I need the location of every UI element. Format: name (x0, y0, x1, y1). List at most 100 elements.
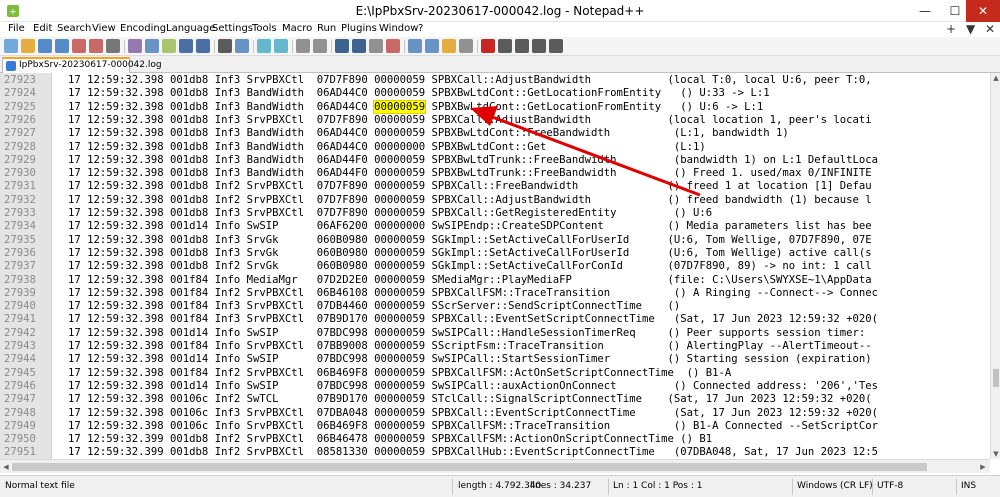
status-length: length : 4.792.340 (458, 481, 542, 491)
folder-workspace-icon[interactable] (442, 39, 456, 53)
scroll-up-icon[interactable]: ▲ (991, 73, 1000, 83)
scroll-down-icon[interactable]: ▼ (991, 449, 1000, 459)
horizontal-scroll-thumb[interactable] (12, 463, 927, 471)
run-macro-multiple-icon[interactable] (532, 39, 546, 53)
status-eol[interactable]: Windows (CR LF) (797, 481, 873, 491)
scroll-right-icon[interactable]: ▶ (978, 461, 988, 473)
log-line: 27927 17 12:59:32.398 001db8 Inf3 BandWid… (0, 127, 990, 140)
log-line: 27932 17 12:59:32.398 001db8 Inf2 SrvPBXC… (0, 194, 990, 207)
file-tab[interactable]: IpPbxSrv-20230617-000042.log (2, 57, 162, 73)
menu-tools[interactable]: Tools (252, 23, 277, 34)
line-text: 17 12:59:32.398 001f84 Inf3 SrvPBXCtl 07… (68, 313, 879, 326)
line-text: 17 12:59:32.398 001db8 Inf3 SrvGk 060B09… (68, 246, 872, 259)
line-number: 27937 (4, 260, 36, 273)
log-line: 27940 17 12:59:32.398 001f84 Inf3 SrvPBXC… (0, 300, 990, 313)
vertical-scroll-thumb[interactable] (993, 369, 999, 387)
undo-icon[interactable] (179, 39, 193, 53)
line-text: 17 12:59:32.398 001d14 Info SwSIP 06AF62… (68, 220, 872, 233)
menu-window[interactable]: Window (379, 23, 418, 34)
log-line: 27950 17 12:59:32.399 001db8 Inf2 SrvPBXC… (0, 433, 990, 446)
menu-edit[interactable]: Edit (33, 23, 52, 34)
save-icon[interactable] (38, 39, 52, 53)
log-line: 27929 17 12:59:32.398 001db8 Inf3 BandWid… (0, 154, 990, 167)
close-icon[interactable] (72, 39, 86, 53)
horizontal-scrollbar[interactable]: ◀ ▶ (0, 459, 990, 473)
line-number: 27934 (4, 220, 36, 233)
status-divider (608, 479, 609, 495)
line-text: 17 12:59:32.398 001db8 Inf2 SrvGk 060B09… (68, 260, 872, 273)
line-number: 27942 (4, 326, 36, 339)
menu-run[interactable]: Run (317, 23, 336, 34)
menu-macro[interactable]: Macro (282, 23, 312, 34)
menu-settings[interactable]: Settings (212, 23, 253, 34)
indent-guide-icon[interactable] (369, 39, 383, 53)
line-text: 17 12:59:32.398 00106c Inf2 SwTCL 07B9D1… (68, 393, 872, 406)
close-all-icon[interactable] (89, 39, 103, 53)
zoom-out-icon[interactable] (274, 39, 288, 53)
line-number: 27936 (4, 246, 36, 259)
replace-icon[interactable] (235, 39, 249, 53)
function-list-icon[interactable] (425, 39, 439, 53)
udl-icon[interactable] (386, 39, 400, 53)
log-line: 27935 17 12:59:32.398 001db8 Inf3 SrvGk 0… (0, 234, 990, 247)
new-tab-plus-icon[interactable]: + (946, 22, 956, 36)
copy-icon[interactable] (145, 39, 159, 53)
close-button[interactable]: ✕ (966, 0, 1000, 22)
menu-view[interactable]: View (92, 23, 116, 34)
scroll-left-icon[interactable]: ◀ (1, 461, 11, 473)
zoom-in-icon[interactable] (257, 39, 271, 53)
line-text: 17 12:59:32.398 001db8 Inf2 SrvPBXCtl 07… (68, 193, 872, 206)
menu-encoding[interactable]: Encoding (120, 23, 166, 34)
sync-h-icon[interactable] (313, 39, 327, 53)
log-line: 27939 17 12:59:32.398 001f84 Inf2 SrvPBXC… (0, 287, 990, 300)
menu-file[interactable]: File (8, 23, 25, 34)
line-text: 17 12:59:32.398 001d14 Info SwSIP 07BDC9… (68, 353, 872, 366)
menu-help[interactable]: ? (418, 23, 423, 34)
line-text: 17 12:59:32.398 001db8 Inf3 BandWidth 06… (68, 99, 763, 114)
menu-language[interactable]: Language (166, 23, 215, 34)
new-file-icon[interactable] (4, 39, 18, 53)
monitor-icon[interactable] (459, 39, 473, 53)
show-all-chars-icon[interactable] (352, 39, 366, 53)
log-line: 27930 17 12:59:32.398 001db8 Inf3 BandWid… (0, 167, 990, 180)
cut-icon[interactable] (128, 39, 142, 53)
sync-v-icon[interactable] (296, 39, 310, 53)
toolbar-separator (253, 40, 254, 53)
text-editor[interactable]: 27923 17 12:59:32.398 001db8 Inf3 SrvPBXC… (0, 73, 990, 459)
menu-bar: File Edit Search View Encoding Language … (0, 22, 1000, 37)
title-bar: + E:\IpPbxSrv-20230617-000042.log - Note… (0, 0, 1000, 22)
log-line: 27933 17 12:59:32.398 001db8 Inf3 SrvPBXC… (0, 207, 990, 220)
save-macro-icon[interactable] (549, 39, 563, 53)
line-number: 27946 (4, 379, 36, 392)
menu-plugins[interactable]: Plugins (341, 23, 377, 34)
print-icon[interactable] (106, 39, 120, 53)
redo-icon[interactable] (196, 39, 210, 53)
line-number: 27926 (4, 113, 36, 126)
status-position: Ln : 1 Col : 1 Pos : 1 (613, 481, 703, 491)
line-text: 17 12:59:32.398 001f84 Inf2 SrvPBXCtl 06… (68, 366, 732, 379)
stop-macro-icon[interactable] (498, 39, 512, 53)
vertical-scrollbar[interactable]: ▲ ▼ (990, 73, 1000, 459)
paste-icon[interactable] (162, 39, 176, 53)
log-line: 27936 17 12:59:32.398 001db8 Inf3 SrvGk 0… (0, 247, 990, 260)
word-wrap-icon[interactable] (335, 39, 349, 53)
status-divider (872, 479, 873, 495)
line-text: 17 12:59:32.398 001db8 Inf3 BandWidth 06… (68, 140, 706, 153)
log-line: 27937 17 12:59:32.398 001db8 Inf2 SrvGk 0… (0, 260, 990, 273)
status-divider (792, 479, 793, 495)
doc-map-icon[interactable] (408, 39, 422, 53)
menu-search[interactable]: Search (57, 23, 91, 34)
line-number: 27938 (4, 273, 36, 286)
play-macro-icon[interactable] (515, 39, 529, 53)
tab-list-dropdown-icon[interactable]: ▼ (966, 22, 975, 36)
line-text: 17 12:59:32.398 001db8 Inf3 BandWidth 06… (68, 167, 872, 180)
status-encoding[interactable]: UTF-8 (877, 481, 903, 491)
find-icon[interactable] (218, 39, 232, 53)
open-file-icon[interactable] (21, 39, 35, 53)
line-text: 17 12:59:32.398 001db8 Inf3 SrvPBXCtl 07… (68, 207, 713, 219)
save-all-icon[interactable] (55, 39, 69, 53)
close-tab-icon[interactable]: ✕ (985, 22, 995, 36)
minimize-button[interactable]: — (910, 0, 940, 22)
record-macro-icon[interactable] (481, 39, 495, 53)
log-line: 27928 17 12:59:32.398 001db8 Inf3 BandWid… (0, 141, 990, 154)
